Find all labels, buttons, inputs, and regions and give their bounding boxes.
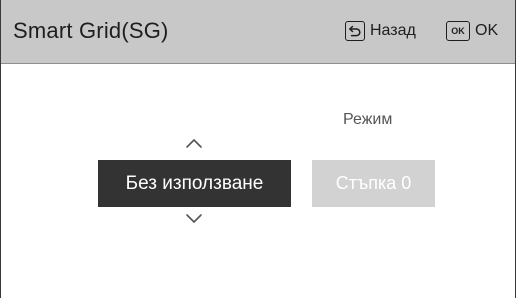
chevron-down-icon[interactable]	[184, 212, 204, 226]
chevron-up-icon[interactable]	[184, 136, 204, 150]
back-label: Назад	[370, 22, 416, 39]
back-button[interactable]: Назад	[345, 21, 416, 41]
mode-label: Режим	[343, 111, 393, 128]
page-title: Smart Grid(SG)	[13, 18, 169, 43]
ok-label: OK	[475, 22, 499, 39]
back-icon	[345, 21, 365, 41]
mode-stage-button: Стъпка 0	[312, 160, 435, 207]
smart-grid-mode-picker[interactable]: Без използване	[98, 160, 291, 207]
header-bar: Smart Grid(SG) Назад OK OK	[1, 0, 515, 64]
ok-icon: OK	[446, 21, 470, 41]
smart-grid-screen: Smart Grid(SG) Назад OK OK Режим Без изп…	[0, 0, 516, 298]
ok-button[interactable]: OK OK	[446, 21, 498, 41]
